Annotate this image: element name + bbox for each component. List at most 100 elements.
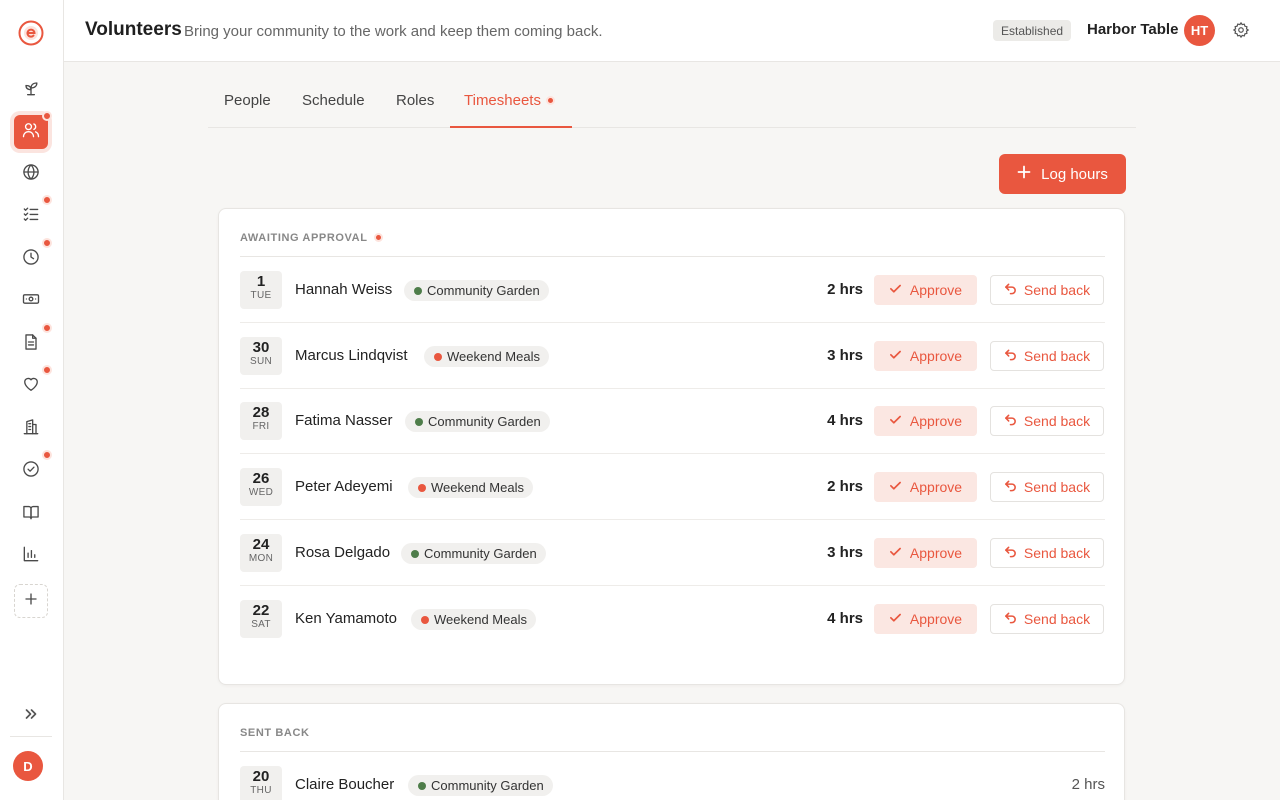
nav-volunteers[interactable]	[14, 111, 52, 149]
send-back-button[interactable]: Send back	[990, 275, 1104, 305]
tab-people[interactable]: People	[224, 92, 271, 128]
role-chip: Weekend Meals	[411, 608, 536, 630]
sprout-icon	[21, 78, 41, 103]
approve-button[interactable]: Approve	[874, 603, 977, 634]
tab-roles[interactable]: Roles	[396, 92, 434, 128]
org-name[interactable]: Harbor Table	[1087, 21, 1178, 38]
send-back-button[interactable]: Send back	[990, 340, 1104, 371]
undo-icon	[1004, 348, 1017, 364]
check-icon	[889, 611, 902, 627]
role-chip: Community Garden	[408, 775, 553, 796]
undo-icon	[1004, 413, 1017, 429]
nav-tasks[interactable]	[14, 195, 52, 233]
bar-chart-icon	[21, 544, 41, 569]
volunteer-name[interactable]: Fatima Nasser	[295, 412, 393, 429]
approve-button[interactable]: Approve	[874, 472, 977, 503]
approve-label: Approve	[909, 347, 963, 364]
nav-clock[interactable]	[14, 238, 52, 276]
check-icon	[889, 479, 902, 495]
nav-book[interactable]	[14, 497, 48, 531]
volunteer-name[interactable]: Claire Boucher	[295, 776, 394, 793]
document-icon	[21, 332, 41, 357]
undo-icon	[1004, 611, 1017, 627]
tab-label: Schedule	[302, 92, 365, 109]
nav-cash[interactable]	[14, 284, 48, 318]
plus-icon	[1017, 165, 1031, 183]
approve-label: Approve	[909, 479, 963, 496]
hours-value: 2 hrs	[827, 281, 863, 298]
send-back-button[interactable]: Send back	[990, 472, 1104, 503]
page-subtitle: Bring your community to the work and kee…	[184, 23, 603, 40]
approve-button[interactable]: Approve	[874, 275, 977, 305]
org-avatar[interactable]: HT	[1184, 15, 1215, 46]
people-icon	[21, 120, 41, 145]
nav-documents[interactable]	[14, 323, 52, 361]
date-box: 20 THU	[240, 766, 282, 800]
volunteer-name[interactable]: Ken Yamamoto	[295, 610, 397, 627]
tab-label: Roles	[396, 92, 435, 109]
tab-timesheets[interactable]: Timesheets	[450, 92, 572, 128]
role-color-dot	[414, 287, 422, 295]
date-box: 26 WED	[240, 468, 282, 507]
expand-sidebar[interactable]	[20, 706, 42, 726]
timesheet-row: 30 SUN Marcus Lindqvist Weekend Meals 3 hrs A…	[240, 323, 1105, 389]
date-day: 1	[256, 273, 266, 290]
date-box: 24 MON	[240, 533, 282, 572]
role-color-dot	[415, 418, 423, 427]
role-color-dot	[418, 484, 426, 493]
role-label: Community Garden	[428, 414, 541, 430]
send-back-label: Send back	[1023, 413, 1091, 430]
date-box: 28 FRI	[240, 402, 282, 441]
sidebar-divider	[10, 736, 52, 737]
check-circle-icon	[21, 459, 41, 484]
role-label: Community Garden	[424, 545, 537, 561]
role-label: Community Garden	[427, 283, 540, 298]
date-day: 28	[252, 404, 270, 422]
heart-icon	[21, 374, 41, 399]
check-icon	[889, 545, 902, 561]
nav-reports[interactable]	[14, 539, 48, 573]
hours-value: 3 hrs	[827, 346, 863, 364]
plus-icon	[21, 589, 41, 614]
nav-heart[interactable]	[14, 365, 52, 403]
volunteer-name[interactable]: Peter Adeyemi	[295, 478, 393, 495]
nav-approvals[interactable]	[14, 450, 52, 488]
log-hours-button[interactable]: Log hours	[999, 154, 1126, 194]
date-day: 22	[252, 601, 270, 619]
e-logo-icon[interactable]	[17, 19, 45, 47]
volunteer-name[interactable]: Rosa Delgado	[295, 544, 390, 561]
send-back-label: Send back	[1023, 347, 1091, 364]
notification-dot	[42, 238, 52, 248]
approve-label: Approve	[909, 413, 963, 430]
send-back-button[interactable]: Send back	[990, 603, 1104, 634]
nav-sprout[interactable]	[14, 73, 48, 107]
nav-add[interactable]	[14, 584, 48, 618]
nav-building[interactable]	[14, 412, 48, 446]
awaiting-approval-card: AWAITING APPROVAL 1 TUE Hannah Weiss Commun…	[218, 208, 1125, 685]
cash-icon	[21, 289, 41, 314]
role-label: Community Garden	[431, 778, 544, 793]
check-icon	[889, 282, 902, 298]
user-avatar[interactable]: D	[13, 751, 43, 781]
role-chip: Community Garden	[404, 280, 549, 301]
send-back-button[interactable]: Send back	[990, 537, 1104, 568]
nav-globe[interactable]	[14, 157, 48, 191]
send-back-label: Send back	[1023, 610, 1091, 627]
role-color-dot	[418, 782, 426, 790]
approve-button[interactable]: Approve	[874, 340, 977, 371]
timesheet-row: 26 WED Peter Adeyemi Weekend Meals 2 hrs Appr…	[240, 454, 1105, 521]
date-box: 22 SAT	[240, 599, 282, 638]
volunteer-name[interactable]: Hannah Weiss	[295, 281, 392, 298]
approve-button[interactable]: Approve	[874, 406, 977, 437]
date-day: 20	[252, 768, 270, 785]
tab-schedule[interactable]: Schedule	[302, 92, 365, 128]
send-back-button[interactable]: Send back	[990, 406, 1104, 437]
approve-button[interactable]: Approve	[874, 537, 977, 568]
notification-dot	[42, 323, 52, 333]
sidebar: D	[0, 0, 64, 800]
date-weekday: MON	[248, 552, 274, 564]
gear-icon[interactable]	[1232, 21, 1252, 41]
volunteer-name[interactable]: Marcus Lindqvist	[295, 347, 408, 364]
timesheet-row: 28 FRI Fatima Nasser Community Garden 4 hrs A…	[240, 388, 1105, 455]
role-chip: Community Garden	[405, 411, 550, 433]
